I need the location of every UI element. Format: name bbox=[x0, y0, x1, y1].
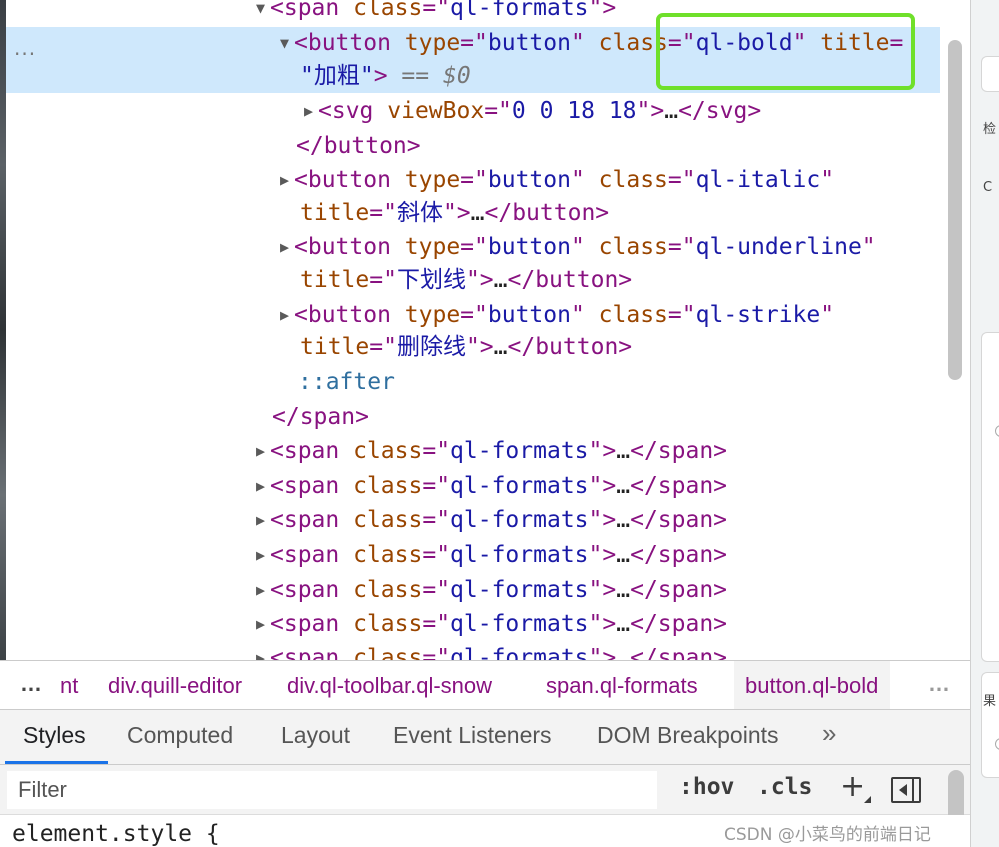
collapse-triangle-icon[interactable]: ▼ bbox=[280, 26, 294, 60]
tree-node-strike-button-cont[interactable]: title="删除线">…</button> bbox=[300, 330, 632, 364]
tree-node-span-collapsed[interactable]: ▶ <span class="ql-formats">…</span> bbox=[256, 607, 727, 641]
expand-triangle-icon[interactable]: ▶ bbox=[256, 641, 270, 660]
hov-toggle-button[interactable]: :hov bbox=[679, 774, 734, 800]
tree-node-after-pseudo[interactable]: ::after bbox=[298, 365, 395, 399]
breadcrumb-item[interactable]: span.ql-formats bbox=[546, 673, 698, 699]
breadcrumb-item[interactable]: nt bbox=[60, 673, 78, 699]
breadcrumb-item[interactable]: div.quill-editor bbox=[108, 673, 242, 699]
expand-triangle-icon[interactable]: ▶ bbox=[256, 469, 270, 503]
element-style-rule[interactable]: element.style { bbox=[12, 821, 220, 847]
tab-computed[interactable]: Computed bbox=[127, 722, 233, 749]
expand-triangle-icon[interactable]: ▶ bbox=[256, 573, 270, 607]
elements-scrollbar-thumb[interactable] bbox=[948, 40, 962, 380]
new-rule-menu-icon[interactable] bbox=[864, 796, 871, 803]
breadcrumb: … nt div.quill-editor div.ql-toolbar.ql-… bbox=[0, 660, 970, 710]
expand-triangle-icon[interactable]: ▶ bbox=[256, 503, 270, 537]
expand-triangle-icon[interactable]: ▶ bbox=[280, 163, 294, 197]
node-more-options-icon[interactable]: ... bbox=[14, 31, 36, 65]
expand-triangle-icon[interactable]: ▶ bbox=[280, 230, 294, 264]
tree-node-span-collapsed[interactable]: ▶ <span class="ql-formats">…</span> bbox=[256, 573, 727, 607]
tree-node-italic-button[interactable]: ▶ <button type="button" class="ql-italic" bbox=[280, 163, 834, 197]
right-panel-label: 果 bbox=[983, 694, 997, 709]
breadcrumb-scroll-right-icon[interactable]: … bbox=[928, 671, 951, 697]
tree-node-span-collapsed[interactable]: ▶ <span class="ql-formats">…</span> bbox=[256, 641, 727, 660]
expand-triangle-icon[interactable]: ▶ bbox=[256, 538, 270, 572]
tree-node-svg[interactable]: ▶ <svg viewBox="0 0 18 18">…</svg> bbox=[304, 94, 761, 128]
arrow-left-icon bbox=[899, 784, 907, 796]
tab-event-listeners[interactable]: Event Listeners bbox=[393, 722, 552, 749]
tree-node-strike-button[interactable]: ▶ <button type="button" class="ql-strike" bbox=[280, 298, 834, 332]
expand-triangle-icon[interactable]: ▶ bbox=[280, 298, 294, 332]
right-panel-card bbox=[981, 672, 999, 778]
tree-node-span-open[interactable]: ▼ <span class="ql-formats"> bbox=[256, 0, 616, 25]
expand-triangle-icon[interactable]: ▶ bbox=[256, 434, 270, 468]
tree-node-underline-button[interactable]: ▶ <button type="button" class="ql-underli… bbox=[280, 230, 876, 264]
watermark: CSDN @小菜鸟的前端日记 bbox=[724, 825, 931, 845]
expand-triangle-icon[interactable]: ▼ bbox=[256, 0, 270, 25]
tab-styles[interactable]: Styles bbox=[23, 722, 86, 749]
styles-filter-input[interactable] bbox=[7, 771, 657, 809]
tree-node-italic-button-cont[interactable]: title="斜体">…</button> bbox=[300, 196, 609, 230]
right-side-panel: 检 C 果 bbox=[970, 0, 999, 847]
active-tab-indicator bbox=[5, 761, 108, 764]
elements-tree[interactable]: ... ▼ <span class="ql-formats"> ▼ <button … bbox=[6, 0, 942, 660]
right-panel-label: 检 bbox=[983, 122, 997, 137]
breadcrumb-item-current[interactable]: button.ql-bold bbox=[734, 661, 891, 709]
elements-scrollbar[interactable] bbox=[942, 0, 970, 660]
tree-node-button-close[interactable]: </button> bbox=[296, 129, 421, 163]
tree-node-span-collapsed[interactable]: ▶ <span class="ql-formats">…</span> bbox=[256, 434, 727, 468]
more-tabs-icon[interactable]: » bbox=[822, 718, 836, 749]
expand-triangle-icon[interactable]: ▶ bbox=[304, 94, 318, 128]
toggle-sidebar-icon[interactable] bbox=[891, 777, 921, 803]
right-panel-label: C bbox=[983, 180, 993, 195]
new-style-rule-button[interactable]: + bbox=[840, 770, 865, 804]
right-panel-tab[interactable] bbox=[981, 56, 999, 92]
annotation-highlight-box bbox=[656, 13, 915, 90]
sidebar-tabs: Styles Computed Layout Event Listeners D… bbox=[0, 710, 970, 765]
tab-layout[interactable]: Layout bbox=[281, 722, 350, 749]
tree-node-span-collapsed[interactable]: ▶ <span class="ql-formats">…</span> bbox=[256, 503, 727, 537]
tree-node-span-close[interactable]: </span> bbox=[272, 400, 369, 434]
tree-node-span-collapsed[interactable]: ▶ <span class="ql-formats">…</span> bbox=[256, 469, 727, 503]
tab-dom-breakpoints[interactable]: DOM Breakpoints bbox=[597, 722, 779, 749]
right-panel-card bbox=[981, 332, 999, 662]
tree-node-span-collapsed[interactable]: ▶ <span class="ql-formats">…</span> bbox=[256, 538, 727, 572]
styles-filter-bar: :hov .cls + bbox=[0, 765, 970, 815]
breadcrumb-scroll-left-icon[interactable]: … bbox=[20, 671, 43, 697]
cls-toggle-button[interactable]: .cls bbox=[757, 774, 812, 800]
tree-node-bold-button-cont[interactable]: "加粗"> == $0 bbox=[300, 59, 471, 93]
tree-node-underline-button-cont[interactable]: title="下划线">…</button> bbox=[300, 263, 632, 297]
breadcrumb-item[interactable]: div.ql-toolbar.ql-snow bbox=[287, 673, 492, 699]
sidebar-divider bbox=[912, 779, 914, 801]
expand-triangle-icon[interactable]: ▶ bbox=[256, 607, 270, 641]
